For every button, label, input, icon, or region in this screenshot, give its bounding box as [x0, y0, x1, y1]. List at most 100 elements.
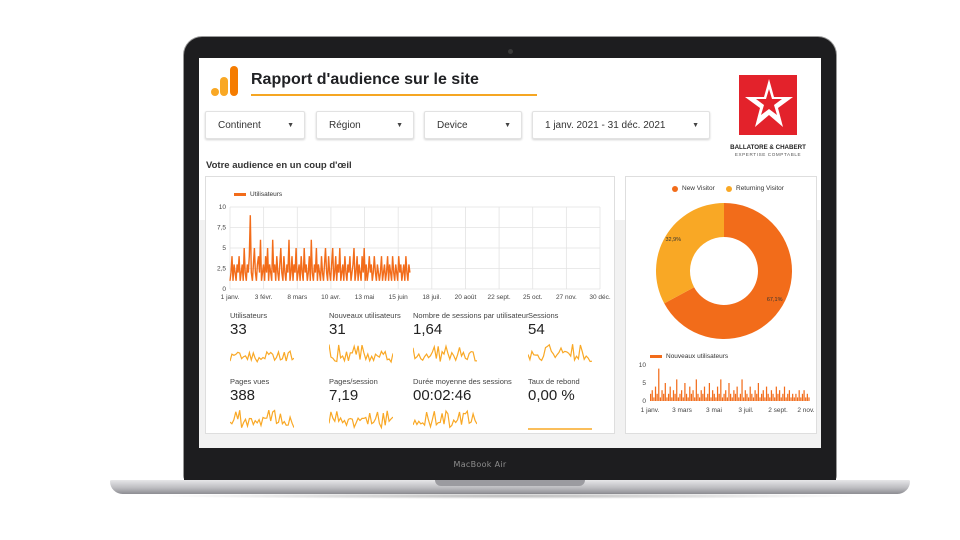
bar — [734, 393, 737, 401]
bar — [739, 393, 742, 401]
bar — [736, 386, 738, 401]
bar — [747, 397, 750, 401]
bar — [695, 379, 697, 401]
bar — [800, 397, 802, 401]
metric-bounce-rate: Taux de rebond 0,00 % — [528, 377, 608, 432]
bar — [796, 397, 799, 401]
bar — [770, 390, 773, 401]
bar — [754, 390, 756, 401]
x-tick-label: 18 juil. — [422, 294, 441, 301]
bar — [656, 393, 658, 401]
caret-down-icon: ▼ — [692, 121, 699, 129]
sparkline-path — [528, 343, 592, 363]
audience-overview-card: Utilisateurs 1 janv. 3 févr. 8 mars 10 avr.… — [205, 176, 615, 434]
users-line-chart: 1 janv. 3 févr. 8 mars 10 avr. 13 mai 15 juin… — [217, 204, 611, 301]
laptop-brand-label: MacBook Air — [453, 460, 507, 469]
bar — [783, 386, 786, 401]
bar — [710, 397, 712, 401]
company-logo-icon — [739, 75, 797, 135]
date-range-label: 1 janv. 2021 - 31 déc. 2021 — [545, 119, 666, 131]
bar — [792, 393, 794, 401]
bar — [650, 393, 652, 401]
bar — [780, 397, 782, 401]
bar — [702, 393, 704, 401]
bar — [697, 393, 699, 401]
metric-value: 54 — [528, 321, 545, 338]
bar — [777, 393, 779, 401]
bar — [679, 393, 681, 401]
y-tick-label: 10 — [639, 362, 647, 369]
metric-label: Pages vues — [230, 377, 270, 386]
bar — [723, 393, 725, 401]
legend-dot — [672, 185, 678, 192]
bar — [677, 397, 679, 401]
date-range-filter[interactable]: 1 janv. 2021 - 31 déc. 2021 ▼ — [532, 111, 710, 139]
metric-pageviews: Pages vues 388 — [230, 377, 340, 432]
metric-label: Sessions — [528, 311, 559, 320]
x-tick-label: 8 mars — [287, 294, 308, 301]
bar — [787, 393, 789, 401]
y-tick-label: 0 — [222, 286, 226, 293]
sparkline-path — [413, 343, 477, 362]
bar — [782, 393, 784, 401]
legend-label: New Visitor — [682, 185, 715, 192]
bar — [806, 393, 808, 401]
region-filter[interactable]: Région ▼ — [316, 111, 414, 139]
x-tick-label: 27 nov. — [556, 294, 577, 301]
bar — [661, 390, 663, 401]
legend-label: Returning Visitor — [736, 185, 784, 192]
bar — [765, 386, 768, 401]
continent-filter[interactable]: Continent ▼ — [205, 111, 305, 139]
bar — [744, 390, 746, 401]
y-tick-label: 7,5 — [217, 225, 226, 232]
bar — [805, 397, 807, 401]
bar — [651, 390, 653, 401]
pie-legend-new: New Visitor — [672, 185, 715, 192]
bar — [707, 393, 709, 401]
bar — [716, 386, 719, 401]
pie-legend-returning: Returning Visitor — [726, 185, 784, 192]
bar — [774, 397, 776, 401]
metric-value: 33 — [230, 321, 247, 338]
bar — [775, 386, 777, 401]
bar — [751, 393, 753, 401]
bar — [674, 393, 676, 401]
company-name: BALLATORE & CHABERT — [730, 144, 806, 151]
bar — [764, 397, 766, 401]
metric-sessions: Sessions 54 — [528, 311, 608, 366]
bar — [725, 390, 727, 401]
x-tick-label: 3 juil. — [738, 407, 753, 414]
bar — [795, 393, 797, 401]
bar — [718, 393, 720, 401]
metric-label: Taux de rebond — [528, 377, 580, 386]
bar — [808, 397, 810, 401]
bar — [715, 397, 717, 401]
caret-down-icon: ▼ — [396, 121, 403, 129]
laptop-notch — [435, 480, 585, 486]
pageviews-sparkline — [230, 409, 294, 429]
bar — [721, 397, 724, 401]
y-tick-label: 5 — [222, 245, 226, 252]
metric-users: Utilisateurs 33 — [230, 311, 340, 366]
sessions-per-user-sparkline — [413, 343, 477, 362]
sparkline-path — [230, 409, 294, 429]
x-tick-label: 3 mars — [672, 407, 693, 414]
bar — [667, 393, 670, 401]
x-tick-label: 2 nov. — [797, 407, 814, 414]
bar — [778, 390, 781, 401]
bar — [671, 397, 673, 401]
sparkline-path — [413, 409, 477, 430]
caret-down-icon: ▼ — [504, 121, 511, 129]
bar — [653, 397, 655, 401]
bar — [685, 393, 688, 401]
bar — [681, 390, 683, 401]
x-tick-label: 20 août — [455, 294, 477, 301]
device-filter[interactable]: Device ▼ — [424, 111, 522, 139]
bar — [752, 397, 755, 401]
x-tick-label: 22 sept. — [488, 294, 511, 301]
bar — [669, 386, 671, 401]
x-tick-label: 3 févr. — [255, 294, 273, 301]
pages-per-session-sparkline — [329, 410, 393, 430]
metric-value: 00:02:46 — [413, 387, 472, 404]
bar — [757, 383, 759, 401]
